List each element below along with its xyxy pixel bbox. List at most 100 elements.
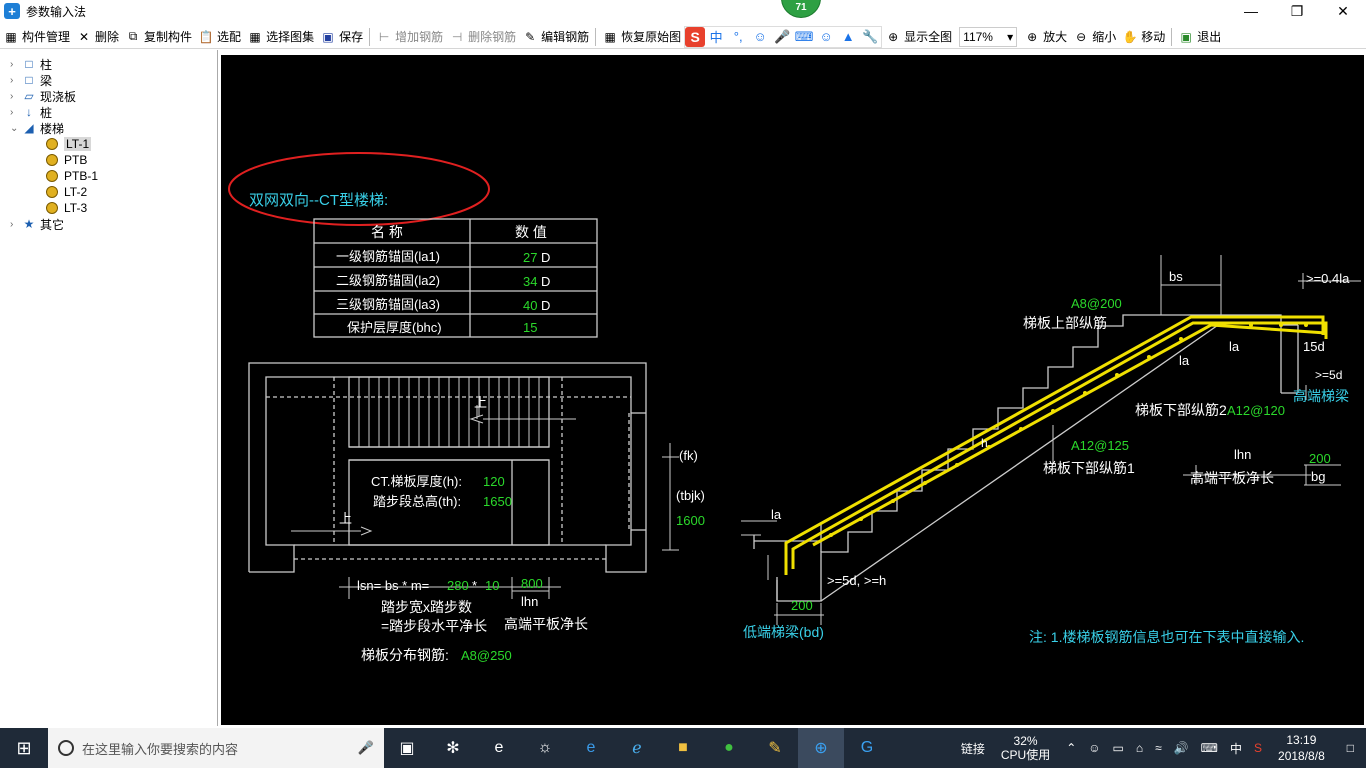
tree-item-slab[interactable]: › ▱ 现浇板 [10, 88, 76, 104]
plan-height-value: 1650 [483, 494, 512, 509]
delete-rebar-button[interactable]: ⊣ 删除钢筋 [446, 26, 519, 48]
drawing-canvas[interactable]: 双网双向--CT型楼梯: 名 称 数 值 一级钢筋锚固(la1) 27 D 二级… [221, 55, 1364, 725]
chevron-up-icon[interactable]: ⌃ [1060, 741, 1082, 755]
ime-toolbar[interactable]: S 中 °, ☺ 🎤 ⌨ ☺ ▲ 🔧 [684, 25, 883, 48]
plan-lhn-value: 800 [521, 576, 543, 591]
tree-item-lt-1[interactable]: LT-1 [46, 136, 92, 152]
component-manager-button[interactable]: ▦ 构件管理 [0, 26, 73, 48]
tree-item-pile[interactable]: › ↓ 桩 [10, 104, 52, 120]
ime-chinese-mode[interactable]: 中 [705, 27, 727, 46]
table-header-value: 数 值 [515, 224, 547, 240]
expand-icon[interactable]: › [10, 91, 22, 102]
cortana-icon [58, 740, 74, 756]
section-bot1-spec: A12@125 [1071, 438, 1129, 453]
floating-badge[interactable]: 71 [781, 0, 821, 18]
app-swirl-icon[interactable]: ☼ [522, 728, 568, 768]
restore-original-button[interactable]: ▦ 恢复原始图 [599, 26, 684, 48]
table-row-name: 保护层厚度(bhc) [347, 320, 442, 335]
link-label[interactable]: 链接 [955, 740, 991, 757]
table-row-value: 15 [523, 320, 537, 335]
emoji-icon[interactable]: ☺ [749, 29, 771, 44]
star-icon: ★ [23, 217, 35, 231]
keyboard-icon[interactable]: ⌨ [1195, 741, 1224, 755]
restore-icon: ▦ [604, 29, 616, 44]
tree-item-lt-3[interactable]: LT-3 [46, 200, 87, 216]
collapse-icon[interactable]: ⌄ [10, 123, 22, 134]
parameter-app-icon[interactable]: ⊕ [798, 728, 844, 768]
microphone-icon[interactable]: 🎤 [771, 29, 793, 45]
folder-icon[interactable]: ■ [660, 728, 706, 768]
delete-button[interactable]: ✕ 删除 [73, 26, 122, 48]
component-icon [46, 202, 58, 214]
tree-item-ptb-1[interactable]: PTB-1 [46, 168, 98, 184]
microphone-icon[interactable]: 🎤 [358, 740, 374, 756]
section-high-beam-label: 高端梯梁 [1293, 388, 1349, 404]
network-icon[interactable]: ⌂ [1130, 741, 1149, 755]
column-icon: □ [25, 57, 33, 71]
show-all-button[interactable]: ⊕ 显示全图 [882, 26, 955, 48]
edit-rebar-button[interactable]: ✎ 编辑钢筋 [519, 26, 592, 48]
tree-item-beam[interactable]: › □ 梁 [10, 72, 52, 88]
battery-icon[interactable]: ▭ [1107, 741, 1130, 755]
glodon-icon[interactable]: G [844, 728, 890, 768]
user-icon[interactable]: ☺ [815, 29, 837, 44]
plan-fk-label: (fk) [679, 448, 698, 463]
maximize-button[interactable]: ❐ [1274, 0, 1320, 22]
wifi-icon[interactable]: ≈ [1149, 741, 1168, 755]
expand-icon[interactable]: › [10, 75, 22, 86]
add-rebar-button[interactable]: ⊢ 增加钢筋 [373, 26, 446, 48]
tree-item-column[interactable]: › □ 柱 [10, 56, 52, 72]
zoom-out-button[interactable]: ⊖ 缩小 [1070, 26, 1119, 48]
expand-icon[interactable]: › [10, 59, 22, 70]
volume-icon[interactable]: 🔊 [1168, 741, 1195, 755]
wrench-icon[interactable]: 🔧 [859, 29, 881, 45]
zoom-in-button[interactable]: ⊕ 放大 [1021, 26, 1070, 48]
table-row-unit: D [541, 298, 550, 313]
windows-start-icon[interactable]: ⊞ [0, 728, 48, 768]
expand-icon[interactable]: › [10, 107, 22, 118]
save-button[interactable]: ▣ 保存 [317, 26, 366, 48]
expand-icon[interactable]: › [10, 219, 22, 230]
taskbar-search[interactable]: 在这里输入你要搜索的内容 🎤 [48, 728, 384, 768]
close-button[interactable]: ✕ [1320, 0, 1366, 22]
keyboard-icon[interactable]: ⌨ [793, 29, 815, 45]
component-tree: › □ 柱 › □ 梁 › ▱ 现浇板 › ↓ 桩 ⌄ ◢ 楼梯 LT-1 PTB PTB-1 LT… [0, 50, 218, 726]
plan-dist-label: 梯板分布钢筋: [361, 647, 449, 663]
zoom-select[interactable]: 117% ▾ [959, 26, 1018, 47]
section-lhn-desc: 高端平板净长 [1190, 470, 1274, 486]
notes-app-icon[interactable]: ✎ [752, 728, 798, 768]
ie-blue-icon[interactable]: ℯ [614, 728, 660, 768]
copy-component-button[interactable]: ⧉ 复制构件 [122, 26, 195, 48]
plan-desc-2: =踏步段水平净长 [381, 618, 487, 634]
clock[interactable]: 13:19 2018/8/8 [1268, 732, 1335, 764]
ime-indicator[interactable]: 中 [1224, 740, 1248, 757]
tree-item-ptb[interactable]: PTB [46, 152, 87, 168]
select-atlas-button[interactable]: ▦ 选择图集 [244, 26, 317, 48]
task-view-icon[interactable]: ▣ [384, 728, 430, 768]
tree-item-lt-2[interactable]: LT-2 [46, 184, 87, 200]
drawing-note: 注: 1.楼梯板钢筋信息也可在下表中直接输入. [1029, 629, 1304, 645]
move-button[interactable]: ✋ 移动 [1119, 26, 1168, 48]
edge-icon[interactable]: e [568, 728, 614, 768]
fan-app-icon[interactable]: ✻ [430, 728, 476, 768]
sogou-icon[interactable]: S [685, 26, 706, 47]
notification-icon[interactable]: □ [1335, 741, 1366, 755]
chevron-down-icon: ▾ [1007, 29, 1014, 44]
plan-bs-value: 280 [447, 578, 469, 593]
tree-item-stairs[interactable]: ⌄ ◢ 楼梯 [10, 120, 64, 136]
window-title: 参数输入法 [26, 4, 87, 19]
section-dims [741, 255, 1361, 625]
exit-button[interactable]: ▣ 退出 [1175, 26, 1224, 48]
tree-item-other[interactable]: › ★ 其它 [10, 216, 64, 232]
punct-icon[interactable]: °, [727, 29, 749, 44]
tray-app-icon[interactable]: ☺ [1082, 741, 1106, 755]
shirt-icon[interactable]: ▲ [837, 29, 859, 44]
section-la-label: la [771, 507, 782, 522]
plan-m-value: 10 [485, 578, 499, 593]
green-app-icon[interactable]: ● [706, 728, 752, 768]
select-match-button[interactable]: 📋 选配 [195, 26, 244, 48]
section-bot1-label: 梯板下部纵筋1 [1043, 460, 1135, 476]
minimize-button[interactable]: — [1228, 0, 1274, 22]
sogou-tray-icon[interactable]: S [1248, 741, 1268, 755]
ie-icon[interactable]: e [476, 728, 522, 768]
